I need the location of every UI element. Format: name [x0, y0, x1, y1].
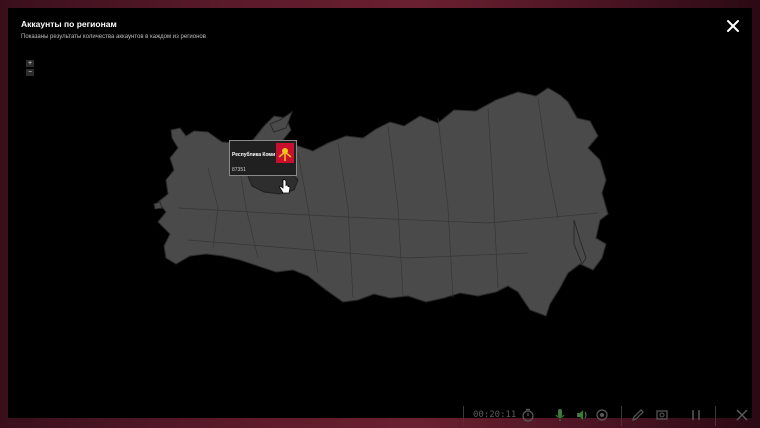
timer-icon[interactable]	[521, 408, 535, 422]
screen-recorder-toolbar: 00:20:11	[463, 404, 760, 428]
pencil-icon[interactable]	[631, 408, 645, 422]
close-icon[interactable]	[735, 408, 749, 422]
toolbar-divider	[715, 406, 716, 426]
speaker-icon[interactable]	[575, 408, 589, 422]
webcam-icon[interactable]	[595, 408, 609, 422]
komi-coat-of-arms-icon	[276, 143, 294, 163]
recording-timer: 00:20:11	[473, 410, 517, 420]
toolbar-divider	[463, 406, 464, 426]
screenshot-icon[interactable]	[655, 408, 669, 422]
microphone-icon[interactable]	[553, 408, 567, 422]
tooltip-account-count: 87351	[232, 167, 246, 173]
toolbar-divider	[621, 406, 622, 426]
hand-pointer-icon	[279, 179, 291, 194]
pause-icon[interactable]	[689, 408, 703, 422]
tooltip-region-name: Республика Коми	[232, 152, 276, 158]
russia-map-shape[interactable]	[157, 87, 609, 317]
region-tooltip: Республика Коми 87351	[229, 140, 297, 176]
accounts-by-region-modal: Аккаунты по регионам Показаны результаты…	[8, 8, 752, 418]
russia-regions-map	[153, 87, 609, 317]
kaliningrad-exclave[interactable]	[153, 201, 163, 210]
